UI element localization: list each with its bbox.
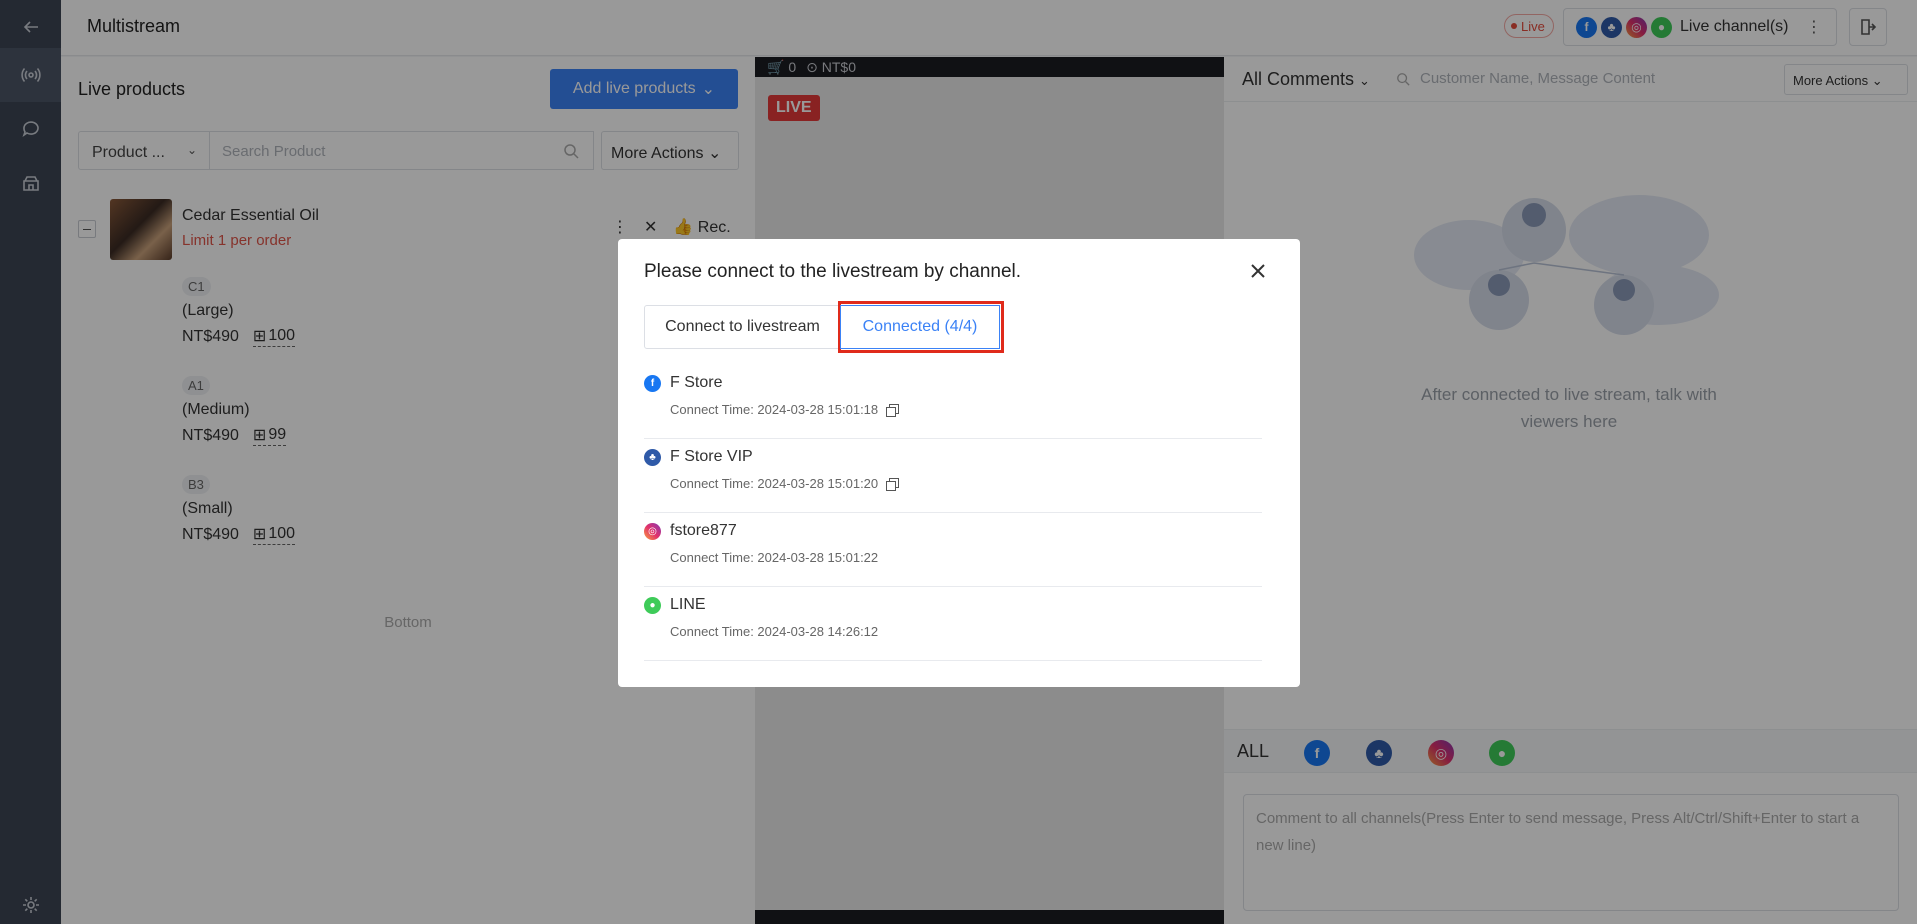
tab-connected[interactable]: Connected (4/4) [840,305,1000,349]
group-icon: ♣ [644,449,661,466]
connection-time: Connect Time: 2024-03-28 15:01:18 [670,402,879,417]
connection-name: F Store VIP [670,448,753,465]
connection-time-row: Connect Time: 2024-03-28 15:01:20 [670,476,900,491]
connection-time: Connect Time: 2024-03-28 15:01:22 [670,550,879,565]
connection-item: ♣ F Store VIP Connect Time: 2024-03-28 1… [644,439,1262,513]
connection-time: Connect Time: 2024-03-28 15:01:20 [670,476,879,491]
copy-icon[interactable] [886,477,900,491]
connection-name: fstore877 [670,522,737,539]
connection-time-row: Connect Time: 2024-03-28 15:01:22 [670,550,878,565]
tab-connect-to-livestream[interactable]: Connect to livestream [644,305,841,349]
connection-name: F Store [670,374,723,391]
instagram-icon: ◎ [644,523,661,540]
connection-item: f F Store Connect Time: 2024-03-28 15:01… [644,365,1262,439]
modal-title: Please connect to the livestream by chan… [644,261,1022,282]
connection-time: Connect Time: 2024-03-28 14:26:12 [670,624,879,639]
connection-item: ◎ fstore877 Connect Time: 2024-03-28 15:… [644,513,1262,587]
close-icon [1251,264,1265,278]
copy-icon[interactable] [886,403,900,417]
facebook-icon: f [644,375,661,392]
connection-list: f F Store Connect Time: 2024-03-28 15:01… [644,365,1262,661]
line-icon: ● [644,597,661,614]
connection-modal: Please connect to the livestream by chan… [618,239,1300,687]
connection-item: ● LINE Connect Time: 2024-03-28 14:26:12 [644,587,1262,661]
close-button[interactable] [1248,261,1268,281]
connection-name: LINE [670,596,706,613]
connection-time-row: Connect Time: 2024-03-28 15:01:18 [670,402,900,417]
connection-time-row: Connect Time: 2024-03-28 14:26:12 [670,624,878,639]
